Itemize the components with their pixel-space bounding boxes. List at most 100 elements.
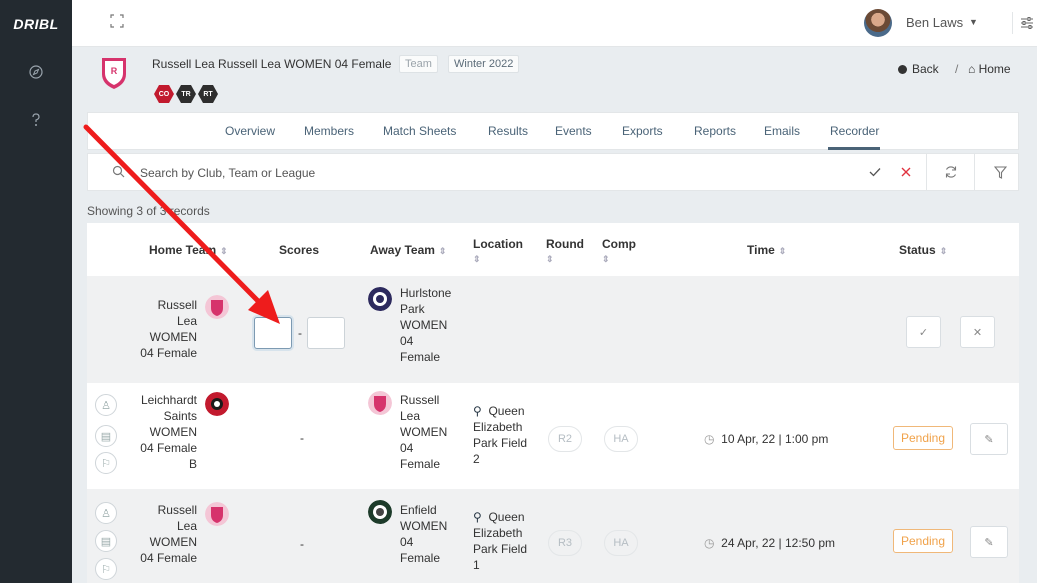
away-team-logo [368,500,392,524]
role-badge: CO [154,85,174,103]
column-header-away-team[interactable]: Away Team ⇕ [370,243,446,257]
search-icon [112,165,126,179]
status-badge: Pending [893,426,953,450]
table-row[interactable]: ♙ ▤ ⚐ Leichhardt Saints WOMEN 04 Female B - … [87,383,1019,489]
sort-icon: ⇕ [602,254,610,264]
score-text: - [300,537,304,551]
column-header-round[interactable]: Round ⇕ [546,237,584,265]
flag-icon[interactable]: ⚐ [95,452,117,474]
home-team-name: Russell Lea WOMEN 04 Female [140,503,197,565]
home-link[interactable]: ⌂ Home [968,62,1011,76]
clock-icon: ◷ [704,432,715,446]
home-team-name: Russell Lea WOMEN 04 Female [140,298,197,360]
comp-pill: HA [604,530,638,556]
notes-icon[interactable]: ▤ [95,425,117,447]
search-input[interactable] [140,163,840,183]
location-text: ⚲ Queen Elizabeth Park Field 1 [473,510,528,572]
check-icon[interactable] [865,162,885,182]
tab-recorder[interactable]: Recorder [830,124,879,138]
table-row[interactable]: ♙ ▤ ⚐ Russell Lea WOMEN 04 Female - Enfield… [87,489,1019,583]
column-header-scores: Scores [279,243,320,257]
role-badge: RT [198,85,218,103]
home-score-input[interactable] [254,317,292,349]
column-header-status[interactable]: Status ⇕ [899,243,947,257]
team-logo: R [100,56,128,90]
match-time: ◷ 24 Apr, 22 | 12:50 pm [704,536,836,550]
score-text: - [300,431,304,445]
sliders-icon[interactable] [1012,12,1034,34]
clock-icon: ◷ [704,536,715,550]
person-icon[interactable]: ♙ [95,394,117,416]
round-pill: R3 [548,530,582,556]
location-pin-icon: ⚲ [473,404,482,418]
tab-events[interactable]: Events [555,124,592,138]
top-bar: Ben Laws ▼ [72,0,1037,47]
refresh-icon[interactable] [941,162,961,182]
pencil-icon: ✎ [984,433,994,446]
filter-icon[interactable] [990,162,1010,182]
breadcrumb-separator: / [955,62,959,76]
away-team-logo [368,391,392,415]
divider [926,154,927,190]
away-team-name: Russell Lea WOMEN 04 Female [400,393,448,471]
tab-exports[interactable]: Exports [622,124,663,138]
fixtures-table: Home Team ⇕ Scores Away Team ⇕ Location ⇕ R… [87,223,1019,583]
team-title: Russell Lea Russell Lea WOMEN 04 Female [152,57,392,71]
close-icon: ✕ [972,326,983,339]
column-header-time[interactable]: Time ⇕ [747,243,786,257]
app-logo[interactable]: DRIBL [0,0,72,47]
tab-match-sheets[interactable]: Match Sheets [383,124,456,138]
divider [974,154,975,190]
location-pin-icon: ⚲ [473,510,482,524]
home-team-name: Leichhardt Saints WOMEN 04 Female B [140,393,197,471]
sort-icon: ⇕ [473,254,481,264]
user-name[interactable]: Ben Laws [906,15,963,30]
away-team-logo [368,287,392,311]
status-badge: Pending [893,529,953,553]
home-icon: ⌂ [968,62,976,76]
away-team-name: Hurlstone Park WOMEN 04 Female [400,286,452,364]
edit-button[interactable]: ✎ [970,526,1008,558]
sort-icon: ⇕ [778,246,787,256]
search-bar [87,153,1019,191]
type-tag: Team [399,55,438,73]
svg-text:R: R [111,66,118,76]
tab-emails[interactable]: Emails [764,124,800,138]
score-separator: - [298,326,302,340]
notes-icon[interactable]: ▤ [95,530,117,552]
location-text: ⚲ Queen Elizabeth Park Field 2 [473,404,528,466]
column-header-location[interactable]: Location ⇕ [473,237,523,265]
back-link[interactable]: Back [898,62,939,76]
away-score-input[interactable] [307,317,345,349]
home-team-logo [205,502,229,526]
away-team-name: Enfield WOMEN 04 Female [400,503,448,565]
help-icon[interactable] [26,110,46,130]
home-team-logo [205,392,229,416]
comp-pill: HA [604,426,638,452]
edit-button[interactable]: ✎ [970,423,1008,455]
tab-overview[interactable]: Overview [225,124,275,138]
check-icon: ✓ [918,326,929,339]
chevron-down-icon[interactable]: ▼ [969,17,978,27]
match-time: ◷ 10 Apr, 22 | 1:00 pm [704,432,829,446]
role-badge: TR [176,85,196,103]
sort-icon: ⇕ [546,254,554,264]
avatar[interactable] [864,9,892,37]
sort-icon: ⇕ [438,246,447,256]
cancel-button[interactable]: ✕ [960,316,995,348]
sidebar: DRIBL [0,0,72,583]
pencil-icon: ✎ [984,536,994,549]
person-icon[interactable]: ♙ [95,502,117,524]
sort-icon: ⇕ [939,246,948,256]
confirm-button[interactable]: ✓ [906,316,941,348]
compass-icon[interactable] [26,62,46,82]
tab-reports[interactable]: Reports [694,124,736,138]
tab-members[interactable]: Members [304,124,354,138]
column-header-home-team[interactable]: Home Team ⇕ [149,243,228,257]
clear-icon[interactable] [896,162,916,182]
flag-icon[interactable]: ⚐ [95,558,117,580]
fullscreen-icon[interactable] [110,14,128,32]
record-count: Showing 3 of 3 records [87,204,210,218]
tab-results[interactable]: Results [488,124,528,138]
column-header-comp[interactable]: Comp ⇕ [602,237,636,265]
